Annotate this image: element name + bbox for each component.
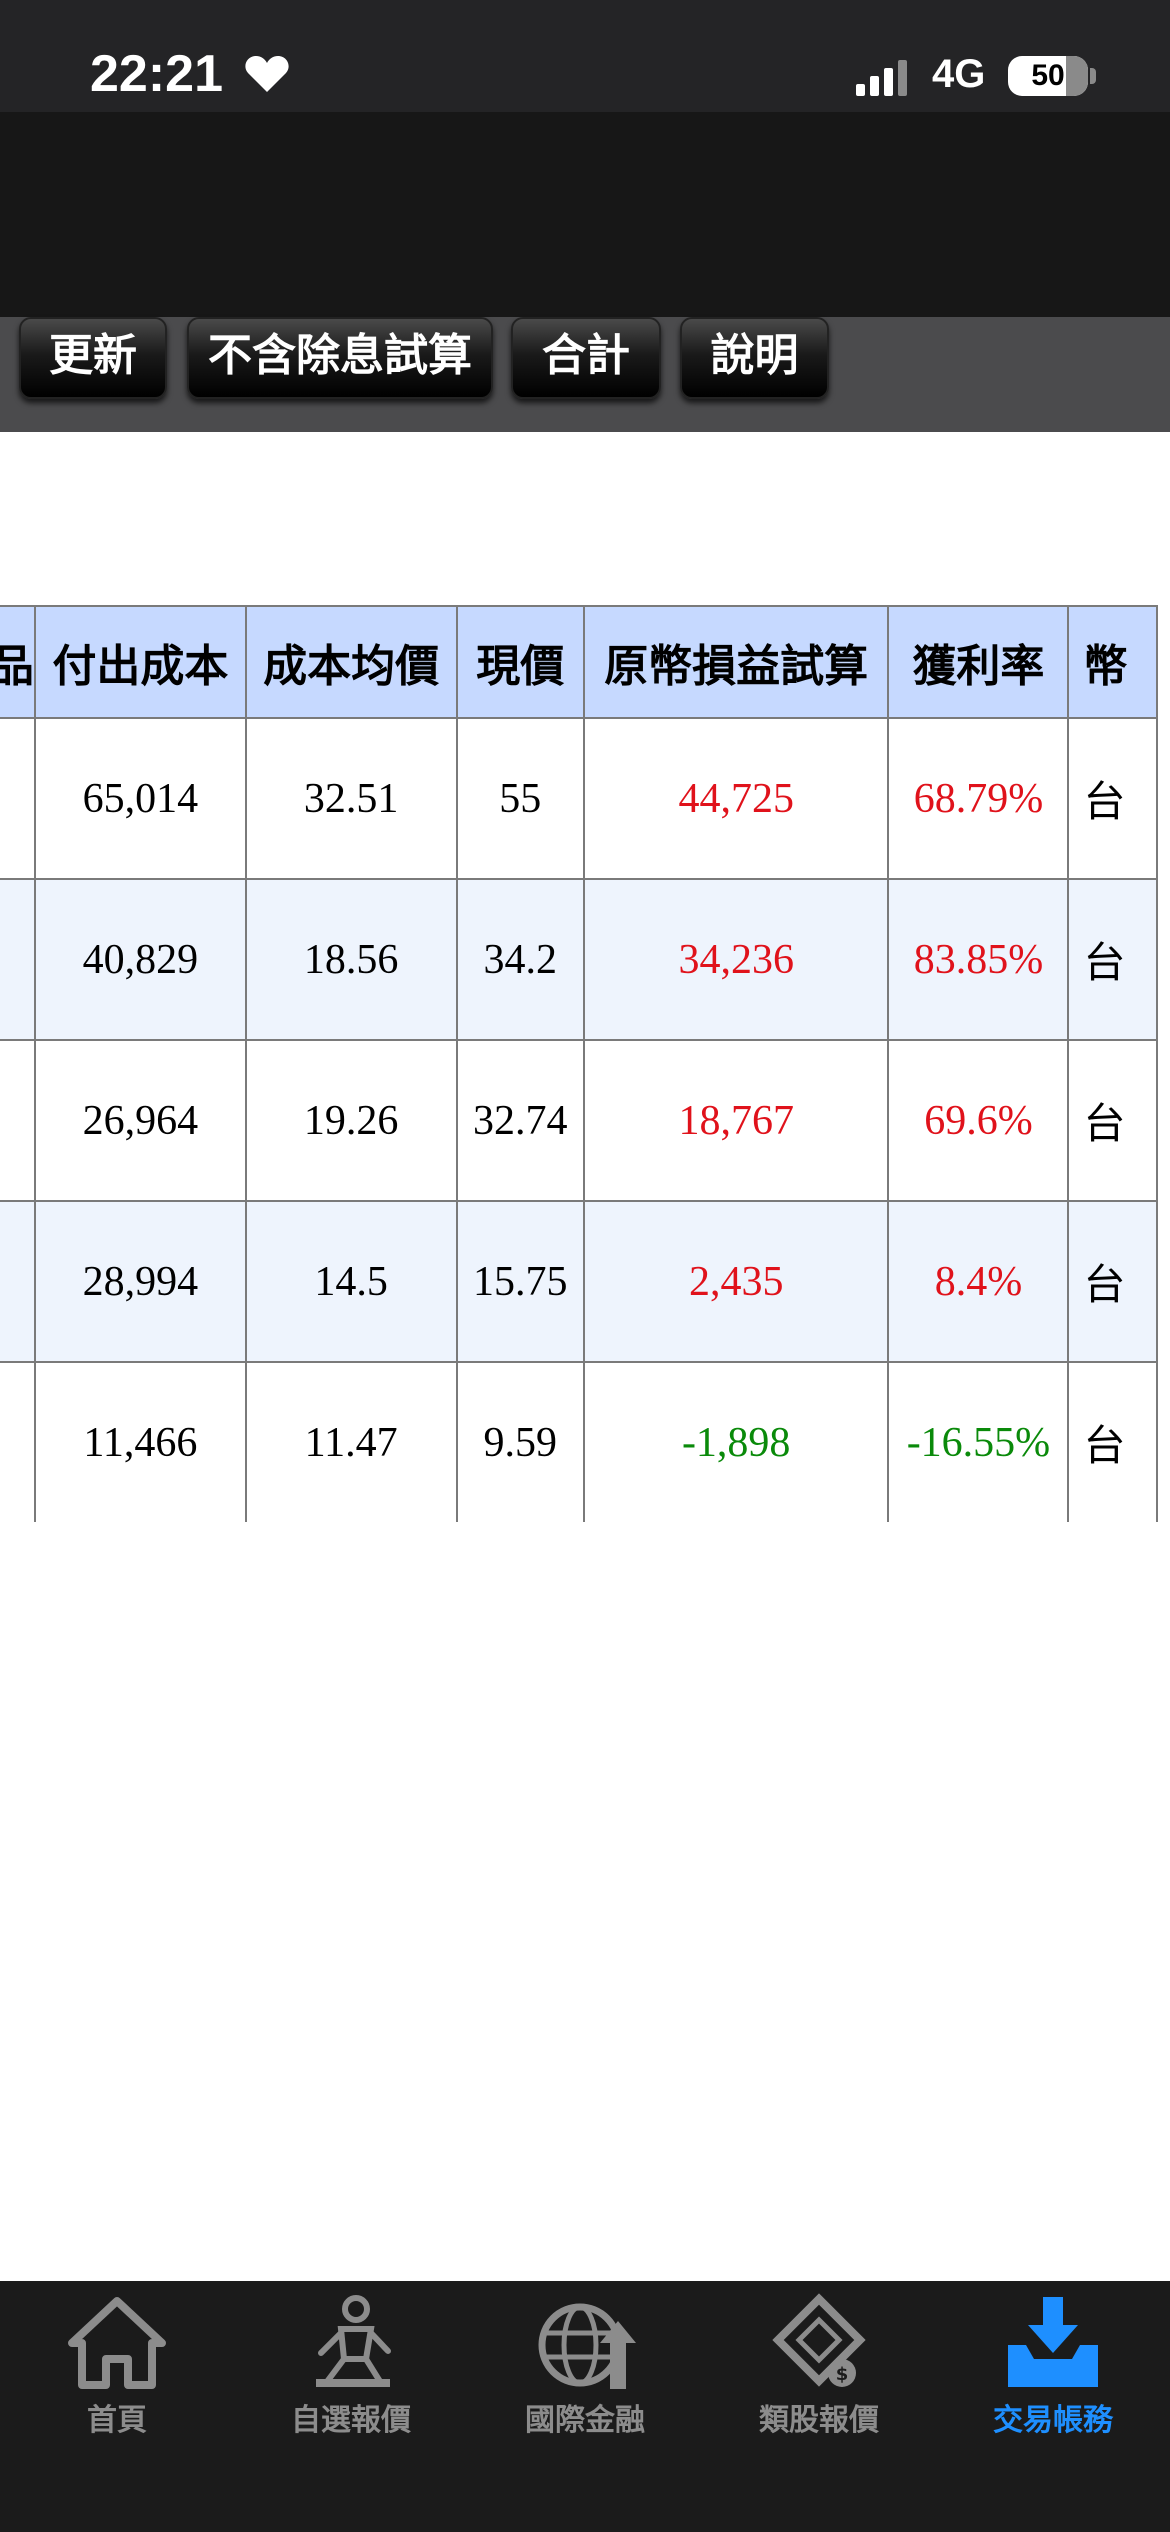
price-cell: 32.74	[455, 1039, 585, 1202]
bottom-nav: 首頁 自選報價 國際金融 $ 類股報價 交易帳務	[0, 2281, 1170, 2532]
column-header-product: 品	[0, 605, 36, 719]
column-header-currency: 幣	[1067, 605, 1158, 719]
avg-cost-cell: 32.51	[244, 717, 458, 880]
product-cell	[0, 1039, 36, 1202]
cost-cell: 11,466	[34, 1361, 247, 1522]
nav-home-label: 首頁	[87, 2403, 147, 2438]
pnl-cell: 2,435	[582, 1200, 890, 1363]
svg-text:$: $	[836, 2364, 849, 2385]
pnl-cell: 44,725	[582, 717, 890, 880]
currency-cell: 台	[1067, 878, 1158, 1041]
nav-trading-account-label: 交易帳務	[993, 2403, 1113, 2438]
product-cell	[0, 878, 36, 1041]
avg-cost-cell: 19.26	[244, 1039, 458, 1202]
avg-cost-cell: 11.47	[244, 1361, 458, 1522]
table-row[interactable]: 26,964 19.26 32.74 18,767 69.6% 台	[0, 1039, 1158, 1202]
nav-sector-quotes[interactable]: $ 類股報價	[702, 2293, 936, 2443]
holdings-table: 品 付出成本 成本均價 現價 原幣損益試算 獲利率 幣 65,014 32.51…	[0, 605, 1158, 1522]
network-label: 4G	[932, 52, 986, 96]
battery-level: 50	[1031, 59, 1065, 92]
return-rate-cell: 69.6%	[887, 1039, 1070, 1202]
avg-cost-cell: 14.5	[244, 1200, 458, 1363]
table-row[interactable]: 11,466 11.47 9.59 -1,898 -16.55% 台	[0, 1361, 1158, 1522]
battery-nub	[1090, 68, 1096, 84]
person-trading-icon	[316, 2295, 391, 2387]
column-header-return-rate: 獲利率	[887, 605, 1070, 719]
status-bar: 22:21 4G 50	[0, 0, 1170, 112]
pnl-cell: 34,236	[582, 878, 890, 1041]
nav-watchlist[interactable]: 自選報價	[234, 2293, 468, 2443]
currency-cell: 台	[1067, 1361, 1158, 1522]
download-tray-icon	[1008, 2297, 1098, 2387]
column-header-pnl: 原幣損益試算	[582, 605, 890, 719]
price-cell: 9.59	[455, 1361, 585, 1522]
product-cell	[0, 1361, 36, 1522]
return-rate-cell: 8.4%	[887, 1200, 1070, 1363]
product-cell	[0, 1200, 36, 1363]
pnl-cell: 18,767	[582, 1039, 890, 1202]
pnl-cell: -1,898	[582, 1361, 890, 1522]
header-area	[0, 112, 1170, 317]
status-time: 22:21	[90, 45, 223, 103]
avg-cost-cell: 18.56	[244, 878, 458, 1041]
price-cell: 15.75	[455, 1200, 585, 1363]
holdings-table-container[interactable]: 品 付出成本 成本均價 現價 原幣損益試算 獲利率 幣 65,014 32.51…	[0, 605, 1170, 1522]
currency-cell: 台	[1067, 1200, 1158, 1363]
signal-icon	[856, 60, 907, 96]
nav-trading-account[interactable]: 交易帳務	[936, 2293, 1170, 2443]
column-header-avg-cost: 成本均價	[244, 605, 458, 719]
return-rate-cell: 83.85%	[887, 878, 1070, 1041]
price-cell: 55	[455, 717, 585, 880]
heart-icon	[245, 56, 289, 92]
globe-icon	[538, 2303, 636, 2389]
currency-cell: 台	[1067, 717, 1158, 880]
table-row[interactable]: 65,014 32.51 55 44,725 68.79% 台	[0, 717, 1158, 880]
cost-cell: 65,014	[34, 717, 247, 880]
nav-international[interactable]: 國際金融	[468, 2293, 702, 2443]
nav-home[interactable]: 首頁	[0, 2293, 234, 2443]
table-row[interactable]: 40,829 18.56 34.2 34,236 83.85% 台	[0, 878, 1158, 1041]
cost-cell: 28,994	[34, 1200, 247, 1363]
nav-international-label: 國際金融	[525, 2403, 645, 2438]
price-cell: 34.2	[455, 878, 585, 1041]
table-header-row: 品 付出成本 成本均價 現價 原幣損益試算 獲利率 幣	[0, 605, 1158, 719]
battery-icon: 50	[1008, 56, 1088, 96]
home-icon	[68, 2297, 166, 2389]
product-cell	[0, 717, 36, 880]
cost-cell: 40,829	[34, 878, 247, 1041]
return-rate-cell: -16.55%	[887, 1361, 1070, 1522]
table-row[interactable]: 28,994 14.5 15.75 2,435 8.4% 台	[0, 1200, 1158, 1363]
total-button[interactable]: 合計	[511, 317, 661, 399]
nav-watchlist-label: 自選報價	[291, 2403, 411, 2438]
film-dollar-icon: $	[772, 2293, 866, 2387]
battery-empty-portion	[1066, 56, 1088, 96]
exclude-dividend-calc-button[interactable]: 不含除息試算	[187, 317, 493, 399]
cost-cell: 26,964	[34, 1039, 247, 1202]
nav-sector-quotes-label: 類股報價	[759, 2403, 879, 2438]
toolbar: 更新 不含除息試算 合計 說明	[0, 317, 1170, 432]
column-header-cost: 付出成本	[34, 605, 247, 719]
refresh-button[interactable]: 更新	[19, 317, 167, 399]
currency-cell: 台	[1067, 1039, 1158, 1202]
column-header-price: 現價	[455, 605, 585, 719]
help-button[interactable]: 說明	[680, 317, 829, 399]
return-rate-cell: 68.79%	[887, 717, 1070, 880]
